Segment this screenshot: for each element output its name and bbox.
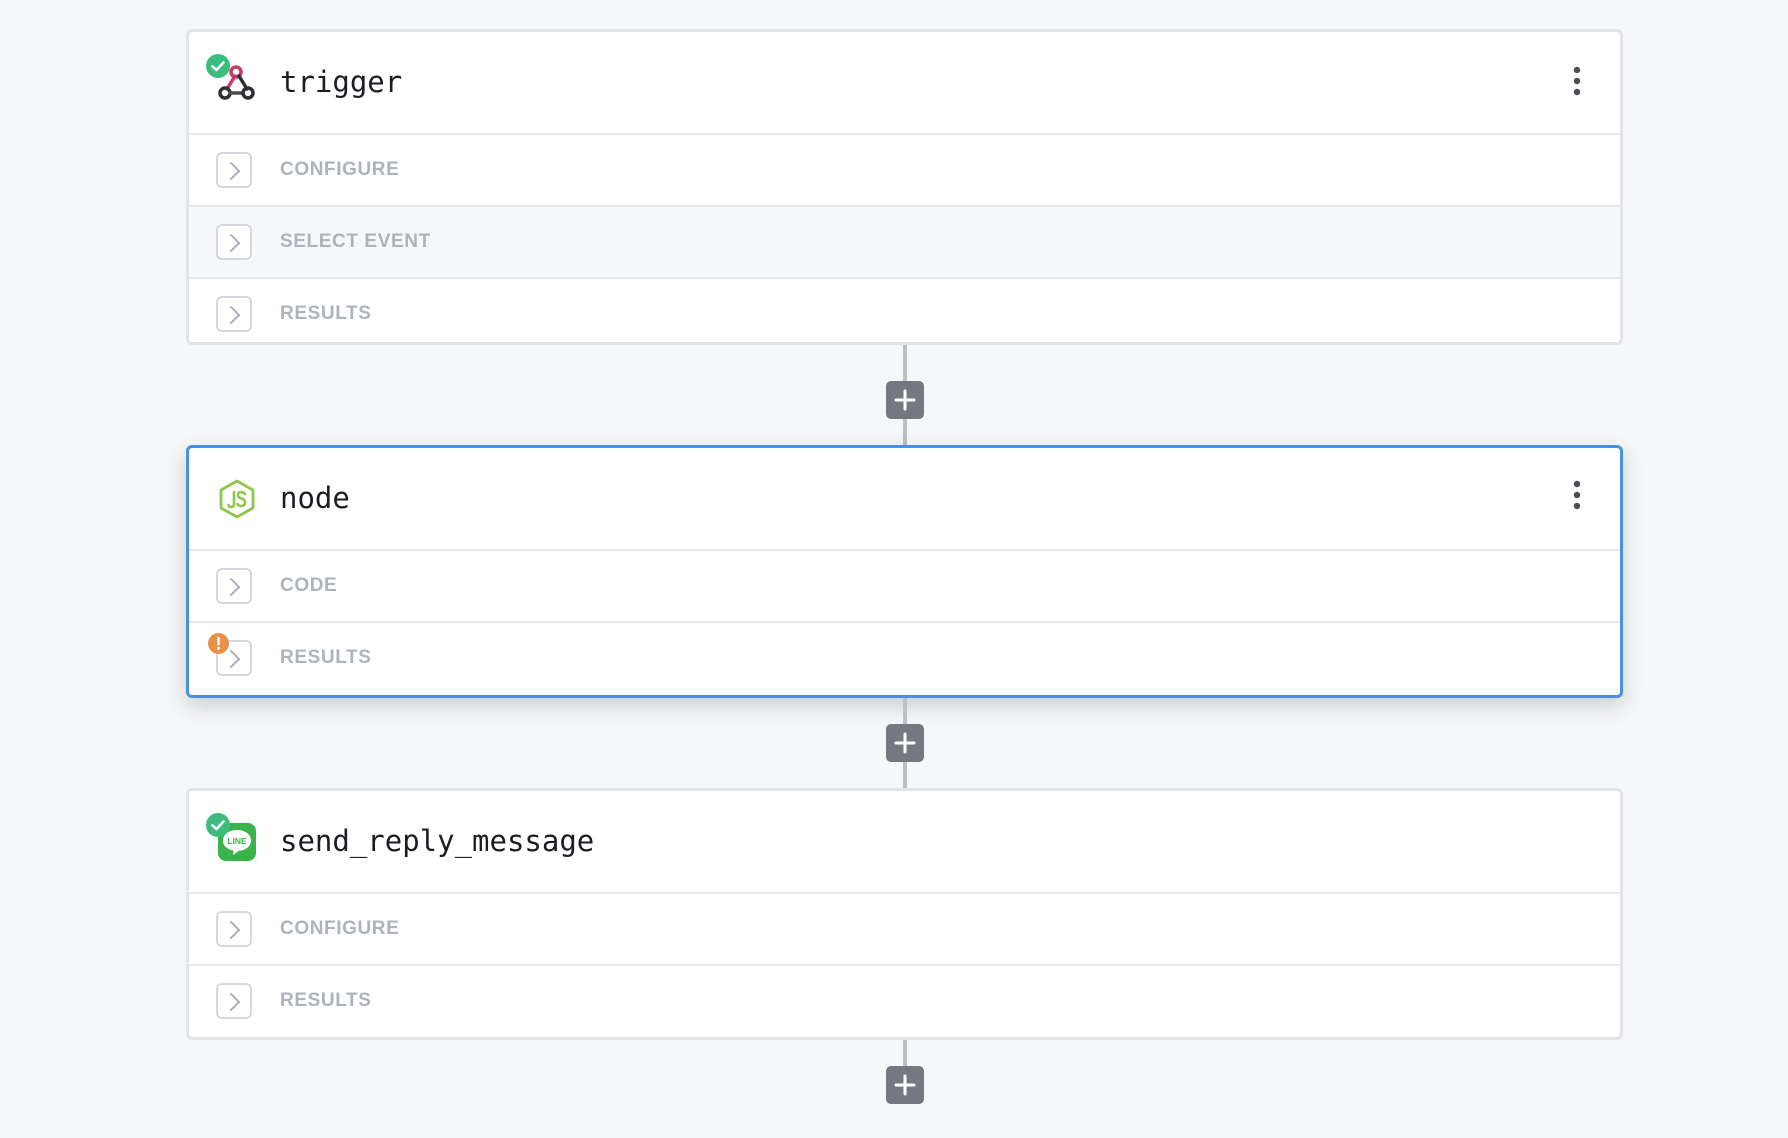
section-select-event[interactable]: SELECT EVENT [189, 207, 1620, 279]
chevron-right-icon[interactable] [216, 983, 252, 1019]
section-configure[interactable]: CONFIGURE [189, 894, 1620, 966]
section-label: RESULTS [280, 647, 372, 668]
chevron-right-icon[interactable] [216, 296, 252, 332]
svg-text:LINE: LINE [227, 836, 247, 846]
chevron-right-icon[interactable] [216, 152, 252, 188]
section-label: SELECT EVENT [280, 231, 431, 252]
step-header[interactable]: LINE send_reply_message [189, 791, 1620, 894]
chevron-right-icon[interactable] [216, 911, 252, 947]
section-results[interactable]: RESULTS [189, 623, 1620, 693]
chevron-right-icon[interactable] [216, 224, 252, 260]
add-step-button[interactable] [886, 724, 924, 762]
step-title: send_reply_message [280, 824, 595, 858]
success-check-icon [206, 813, 230, 837]
section-results[interactable]: RESULTS [189, 966, 1620, 1036]
step-card-node[interactable]: node CODE RESULTS [186, 445, 1623, 698]
step-title: trigger [280, 65, 403, 99]
chevron-right-icon[interactable] [216, 568, 252, 604]
section-results[interactable]: RESULTS [189, 279, 1620, 342]
section-code[interactable]: CODE [189, 551, 1620, 623]
section-label: RESULTS [280, 990, 372, 1011]
section-label: RESULTS [280, 303, 372, 324]
section-label: CODE [280, 575, 338, 596]
step-title: node [280, 481, 350, 515]
step-card-trigger[interactable]: trigger CONFIGURE SELECT EVENT RESULTS [186, 29, 1623, 345]
add-step-button[interactable] [886, 381, 924, 419]
step-header[interactable]: trigger [189, 32, 1620, 135]
step-header[interactable]: node [189, 448, 1620, 551]
more-options-icon[interactable] [1570, 64, 1584, 98]
section-label: CONFIGURE [280, 159, 400, 180]
nodejs-icon [216, 478, 258, 520]
more-options-icon[interactable] [1570, 478, 1584, 512]
success-check-icon [206, 54, 230, 78]
warning-icon [208, 633, 229, 654]
section-configure[interactable]: CONFIGURE [189, 135, 1620, 207]
step-card-send-reply-message[interactable]: LINE send_reply_message CONFIGURE RESULT… [186, 788, 1623, 1040]
section-label: CONFIGURE [280, 918, 400, 939]
add-step-button[interactable] [886, 1066, 924, 1104]
